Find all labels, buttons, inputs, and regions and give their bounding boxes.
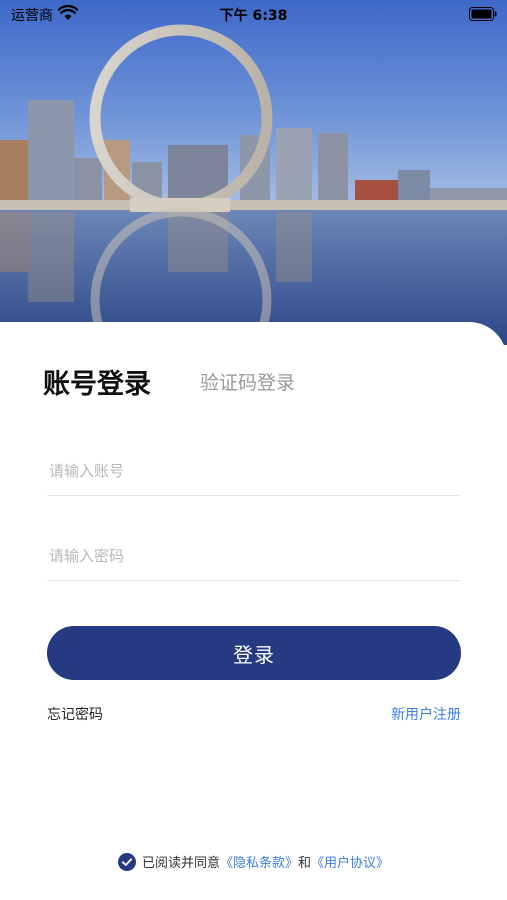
status-bar: 运营商 下午 6:38 <box>0 0 507 28</box>
hero-city-image <box>0 0 507 345</box>
agreement-and: 和 <box>298 856 312 871</box>
account-input[interactable] <box>47 447 464 495</box>
clock-time: 下午 6:38 <box>219 8 288 24</box>
login-card: 账号登录 验证码登录 登录 忘记密码 新用户注册 已阅读并同意《隐私条款》和《用… <box>0 322 507 900</box>
forgot-password-link[interactable]: 忘记密码 <box>47 704 103 724</box>
account-field <box>47 447 464 496</box>
agreement-prefix: 已阅读并同意 <box>141 856 220 871</box>
password-input[interactable] <box>47 532 464 580</box>
user-agreement-link[interactable]: 《用户协议》 <box>311 856 389 871</box>
battery-icon <box>469 7 497 21</box>
agreement-row: 已阅读并同意《隐私条款》和《用户协议》 <box>0 852 507 871</box>
password-field <box>47 532 464 581</box>
tab-account-login[interactable]: 账号登录 <box>43 362 151 401</box>
login-button[interactable]: 登录 <box>47 626 461 680</box>
register-link[interactable]: 新用户注册 <box>391 704 461 724</box>
tab-sms-login[interactable]: 验证码登录 <box>200 368 295 395</box>
agreement-checkbox-icon[interactable] <box>117 853 136 871</box>
privacy-policy-link[interactable]: 《隐私条款》 <box>220 856 298 871</box>
